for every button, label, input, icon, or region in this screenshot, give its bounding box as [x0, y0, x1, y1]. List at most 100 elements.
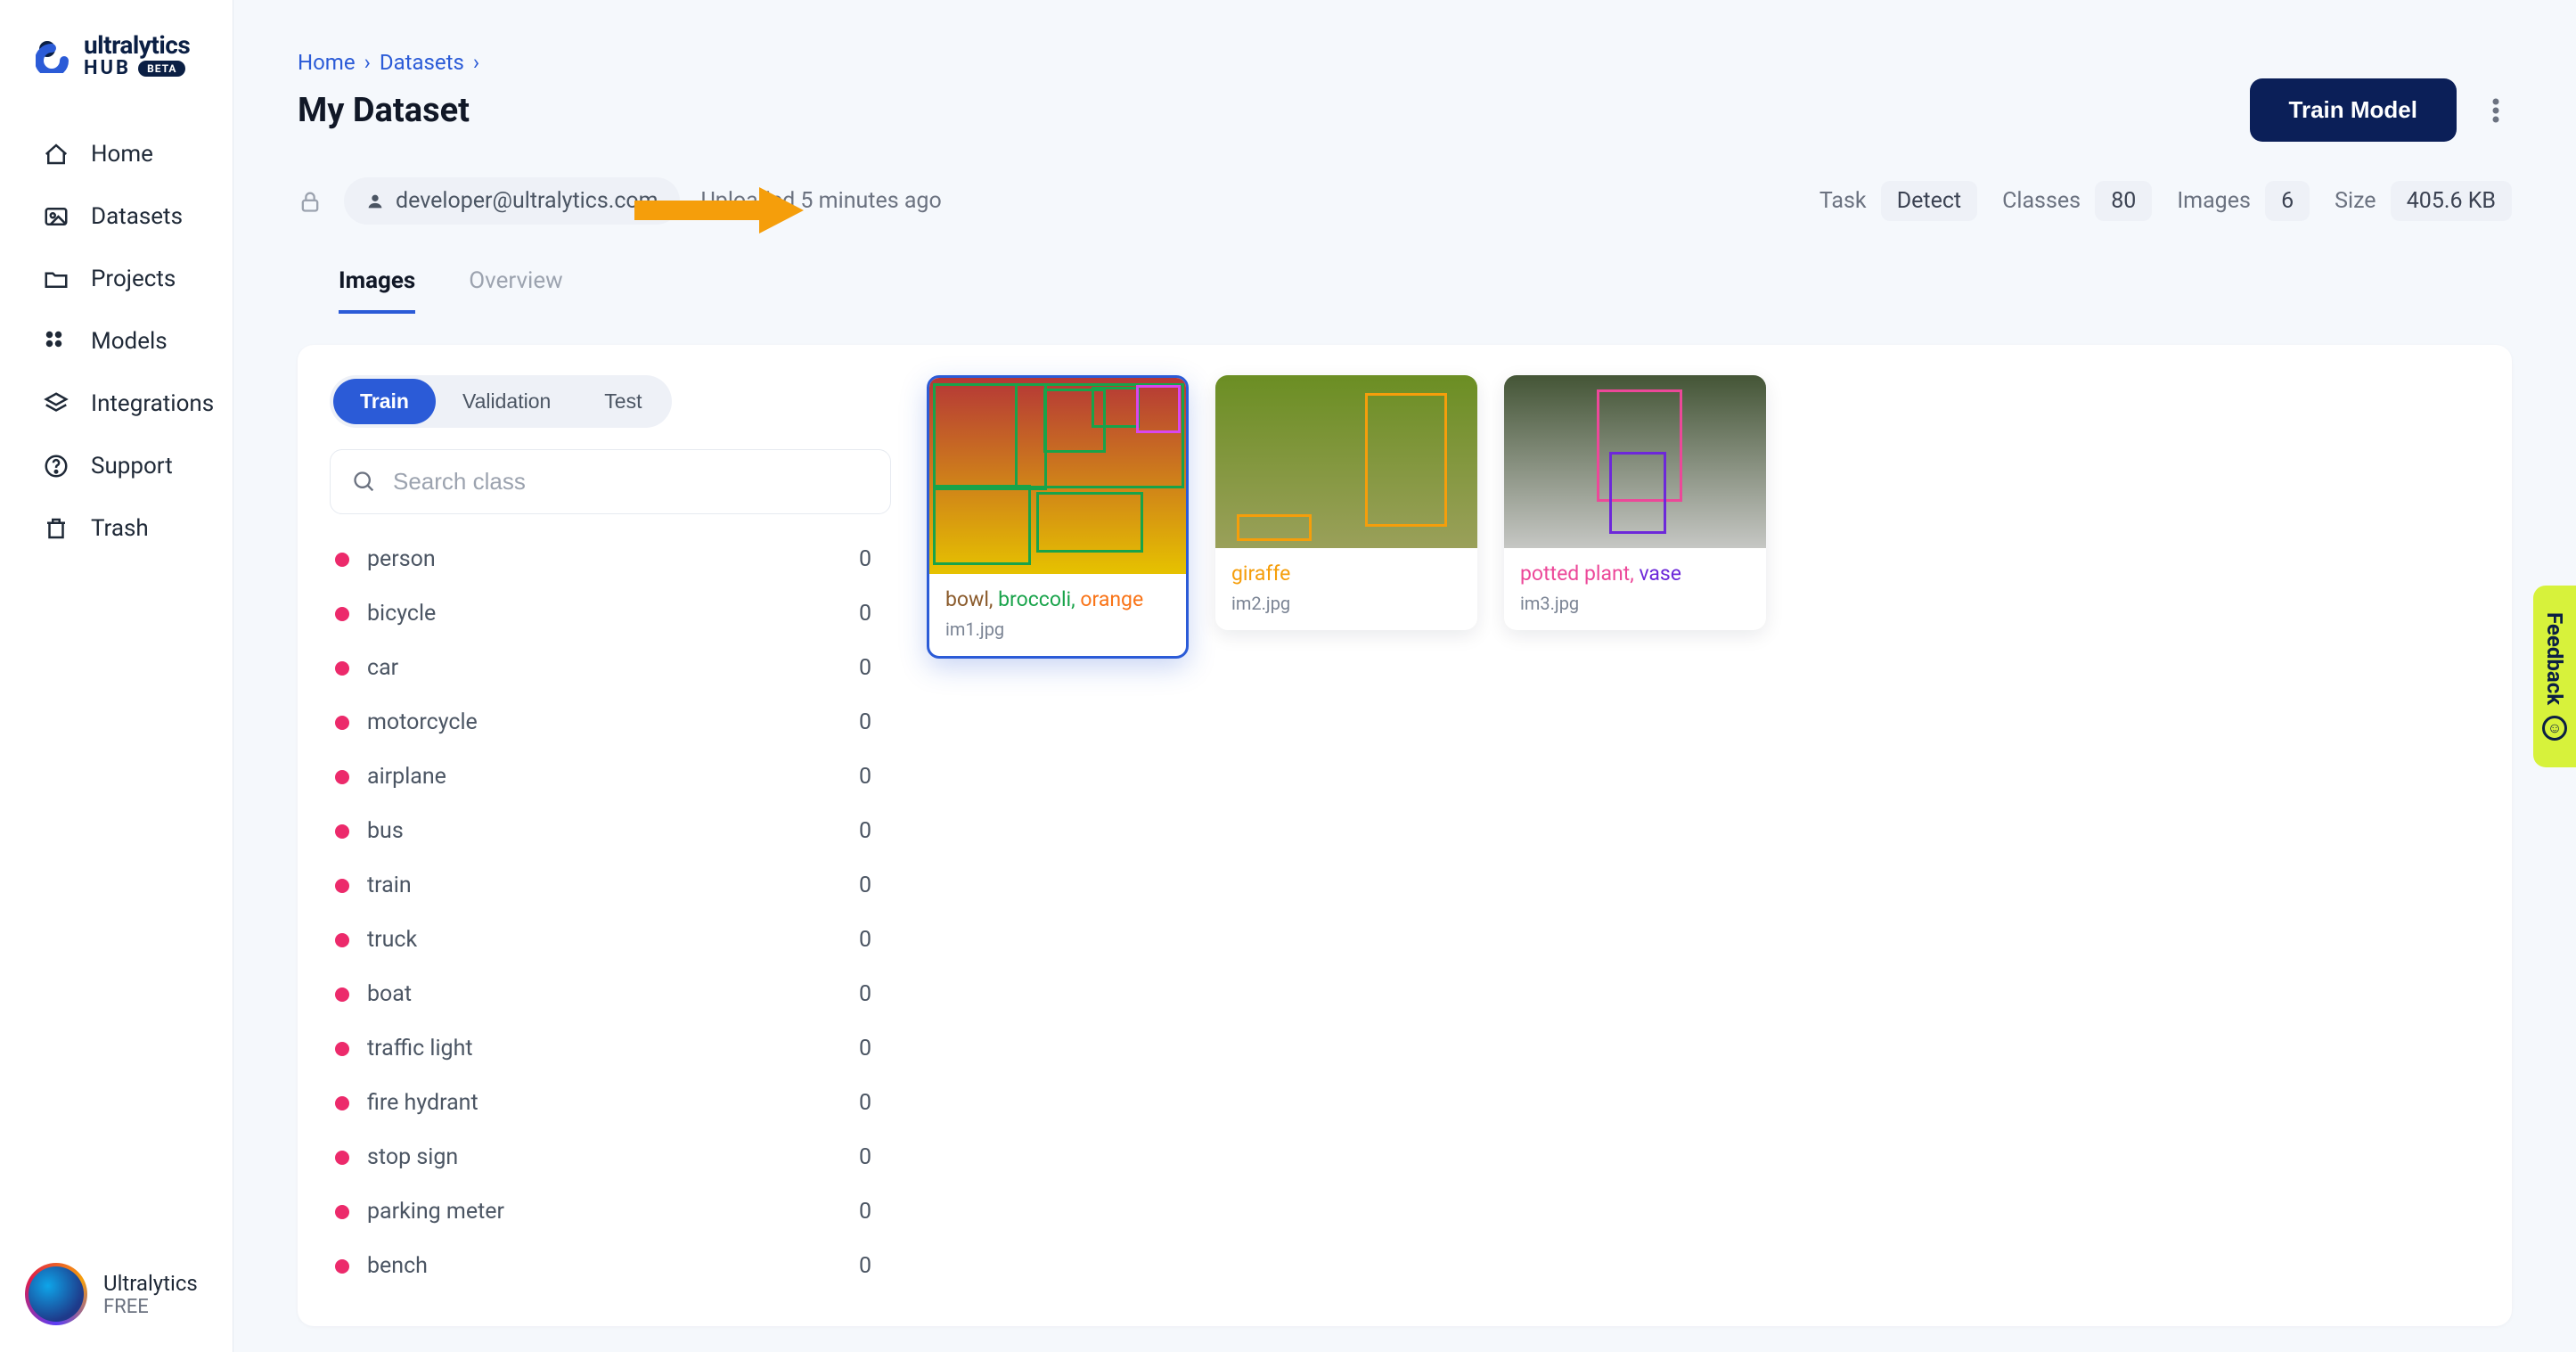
- owner-email: developer@ultralytics.com: [396, 188, 658, 214]
- class-row[interactable]: boat0: [330, 967, 879, 1021]
- split-test-button[interactable]: Test: [577, 379, 668, 424]
- class-count: 0: [859, 1036, 871, 1061]
- lock-icon: [298, 189, 323, 214]
- class-count: 0: [859, 818, 871, 844]
- train-model-button[interactable]: Train Model: [2250, 78, 2457, 142]
- class-name: airplane: [367, 764, 446, 790]
- brand-logo[interactable]: ultralytics HUB BETA: [0, 32, 233, 78]
- class-row[interactable]: bicycle0: [330, 586, 879, 641]
- breadcrumb-home[interactable]: Home: [298, 50, 356, 75]
- split-validation-button[interactable]: Validation: [436, 379, 577, 424]
- tab-overview[interactable]: Overview: [469, 255, 562, 314]
- class-color-dot: [335, 661, 349, 676]
- brand-name: ultralytics: [84, 32, 190, 58]
- nav-item-label: Home: [91, 141, 153, 168]
- tab-images[interactable]: Images: [339, 255, 415, 314]
- stat-size-label: Size: [2335, 188, 2376, 214]
- main-content: Home › Datasets › My Dataset Train Model: [233, 0, 2576, 1352]
- kebab-icon: [2492, 98, 2499, 123]
- nav-item-projects[interactable]: Projects: [18, 248, 215, 310]
- class-row[interactable]: bus 0: [330, 804, 879, 858]
- stat-classes-value: 80: [2095, 181, 2152, 221]
- nav-item-integrations[interactable]: Integrations: [18, 373, 215, 435]
- image-card[interactable]: giraffe im2.jpg: [1215, 375, 1477, 630]
- person-icon: [365, 192, 385, 211]
- class-row[interactable]: parking meter0: [330, 1184, 879, 1239]
- image-label: potted plant,: [1520, 561, 1639, 586]
- help-icon: [43, 453, 70, 479]
- class-row[interactable]: motorcycle0: [330, 695, 879, 750]
- stat-images-value: 6: [2265, 181, 2310, 221]
- class-row[interactable]: fire hydrant0: [330, 1076, 879, 1130]
- class-search-input[interactable]: [393, 468, 869, 496]
- class-row[interactable]: bird0: [330, 1293, 879, 1296]
- class-row[interactable]: bench0: [330, 1239, 879, 1293]
- image-filename: im2.jpg: [1231, 593, 1461, 614]
- class-count: 0: [859, 873, 871, 898]
- brand-mark-icon: [36, 37, 71, 73]
- stat-task-label: Task: [1820, 188, 1867, 214]
- nav-item-label: Support: [91, 453, 173, 479]
- stat-classes-label: Classes: [2002, 188, 2081, 214]
- picture-icon: [43, 203, 70, 230]
- class-row[interactable]: stop sign 0: [330, 1130, 879, 1184]
- breadcrumb-datasets[interactable]: Datasets: [380, 50, 464, 75]
- feedback-label: Feedback: [2542, 611, 2567, 704]
- image-label: giraffe: [1231, 561, 1290, 586]
- breadcrumb: Home › Datasets ›: [298, 50, 2512, 75]
- class-count: 0: [859, 546, 871, 572]
- class-name: bicycle: [367, 601, 436, 627]
- account-card[interactable]: Ultralytics FREE: [0, 1263, 233, 1334]
- image-labels: giraffe: [1231, 561, 1461, 587]
- image-gallery: bowl, broccoli, orangeim1.jpg giraffe im2.…: [927, 375, 2480, 1296]
- class-count: 0: [859, 655, 871, 681]
- nav-item-support[interactable]: Support: [18, 435, 215, 497]
- class-row[interactable]: truck0: [330, 913, 879, 967]
- class-name: truck: [367, 927, 417, 953]
- class-name: boat: [367, 981, 412, 1007]
- class-row[interactable]: person0: [330, 532, 879, 586]
- feedback-tab[interactable]: Feedback ☺: [2533, 585, 2576, 766]
- folder-icon: [43, 266, 70, 292]
- account-plan: FREE: [103, 1296, 198, 1318]
- stat-images-label: Images: [2177, 188, 2251, 214]
- class-search[interactable]: [330, 449, 891, 514]
- nav-item-datasets[interactable]: Datasets: [18, 185, 215, 248]
- class-count: 0: [859, 1199, 871, 1225]
- class-row[interactable]: car0: [330, 641, 879, 695]
- class-name: train: [367, 873, 412, 898]
- class-row[interactable]: traffic light0: [330, 1021, 879, 1076]
- image-card[interactable]: potted plant, vaseim3.jpg: [1504, 375, 1766, 630]
- nav-item-label: Datasets: [91, 203, 183, 230]
- bbox: [1609, 452, 1666, 534]
- brand-badge: BETA: [138, 61, 185, 78]
- bbox: [1036, 492, 1143, 553]
- uploaded-text: Uploaded 5 minutes ago: [701, 188, 942, 214]
- feedback-smiley-icon: ☺: [2542, 716, 2567, 741]
- brand-sub: HUB: [84, 58, 131, 78]
- stat-size-value: 405.6 KB: [2391, 181, 2512, 221]
- split-train-button[interactable]: Train: [333, 379, 436, 424]
- avatar: [25, 1263, 87, 1325]
- class-color-dot: [335, 1042, 349, 1056]
- sidebar: ultralytics HUB BETA Home Datasets Project…: [0, 0, 233, 1352]
- class-color-dot: [335, 824, 349, 839]
- class-name: bus: [367, 818, 404, 844]
- class-row[interactable]: train 0: [330, 858, 879, 913]
- nav-item-trash[interactable]: Trash: [18, 497, 215, 560]
- image-card[interactable]: bowl, broccoli, orangeim1.jpg: [927, 375, 1189, 659]
- nav-item-models[interactable]: Models: [18, 310, 215, 373]
- bbox: [1136, 385, 1181, 433]
- class-row[interactable]: airplane0: [330, 750, 879, 804]
- more-actions-button[interactable]: [2480, 94, 2512, 127]
- owner-chip[interactable]: developer@ultralytics.com: [344, 177, 680, 225]
- class-color-dot: [335, 607, 349, 621]
- image-label: bowl,: [945, 587, 998, 611]
- nav-item-home[interactable]: Home: [18, 123, 215, 185]
- class-name: stop sign: [367, 1144, 458, 1170]
- class-name: bench: [367, 1253, 428, 1279]
- class-list[interactable]: person0bicycle0car0motorcycle0airplane0b…: [330, 532, 891, 1296]
- image-labels: bowl, broccoli, orange: [945, 586, 1170, 613]
- image-label: orange: [1080, 587, 1143, 611]
- class-count: 0: [859, 1144, 871, 1170]
